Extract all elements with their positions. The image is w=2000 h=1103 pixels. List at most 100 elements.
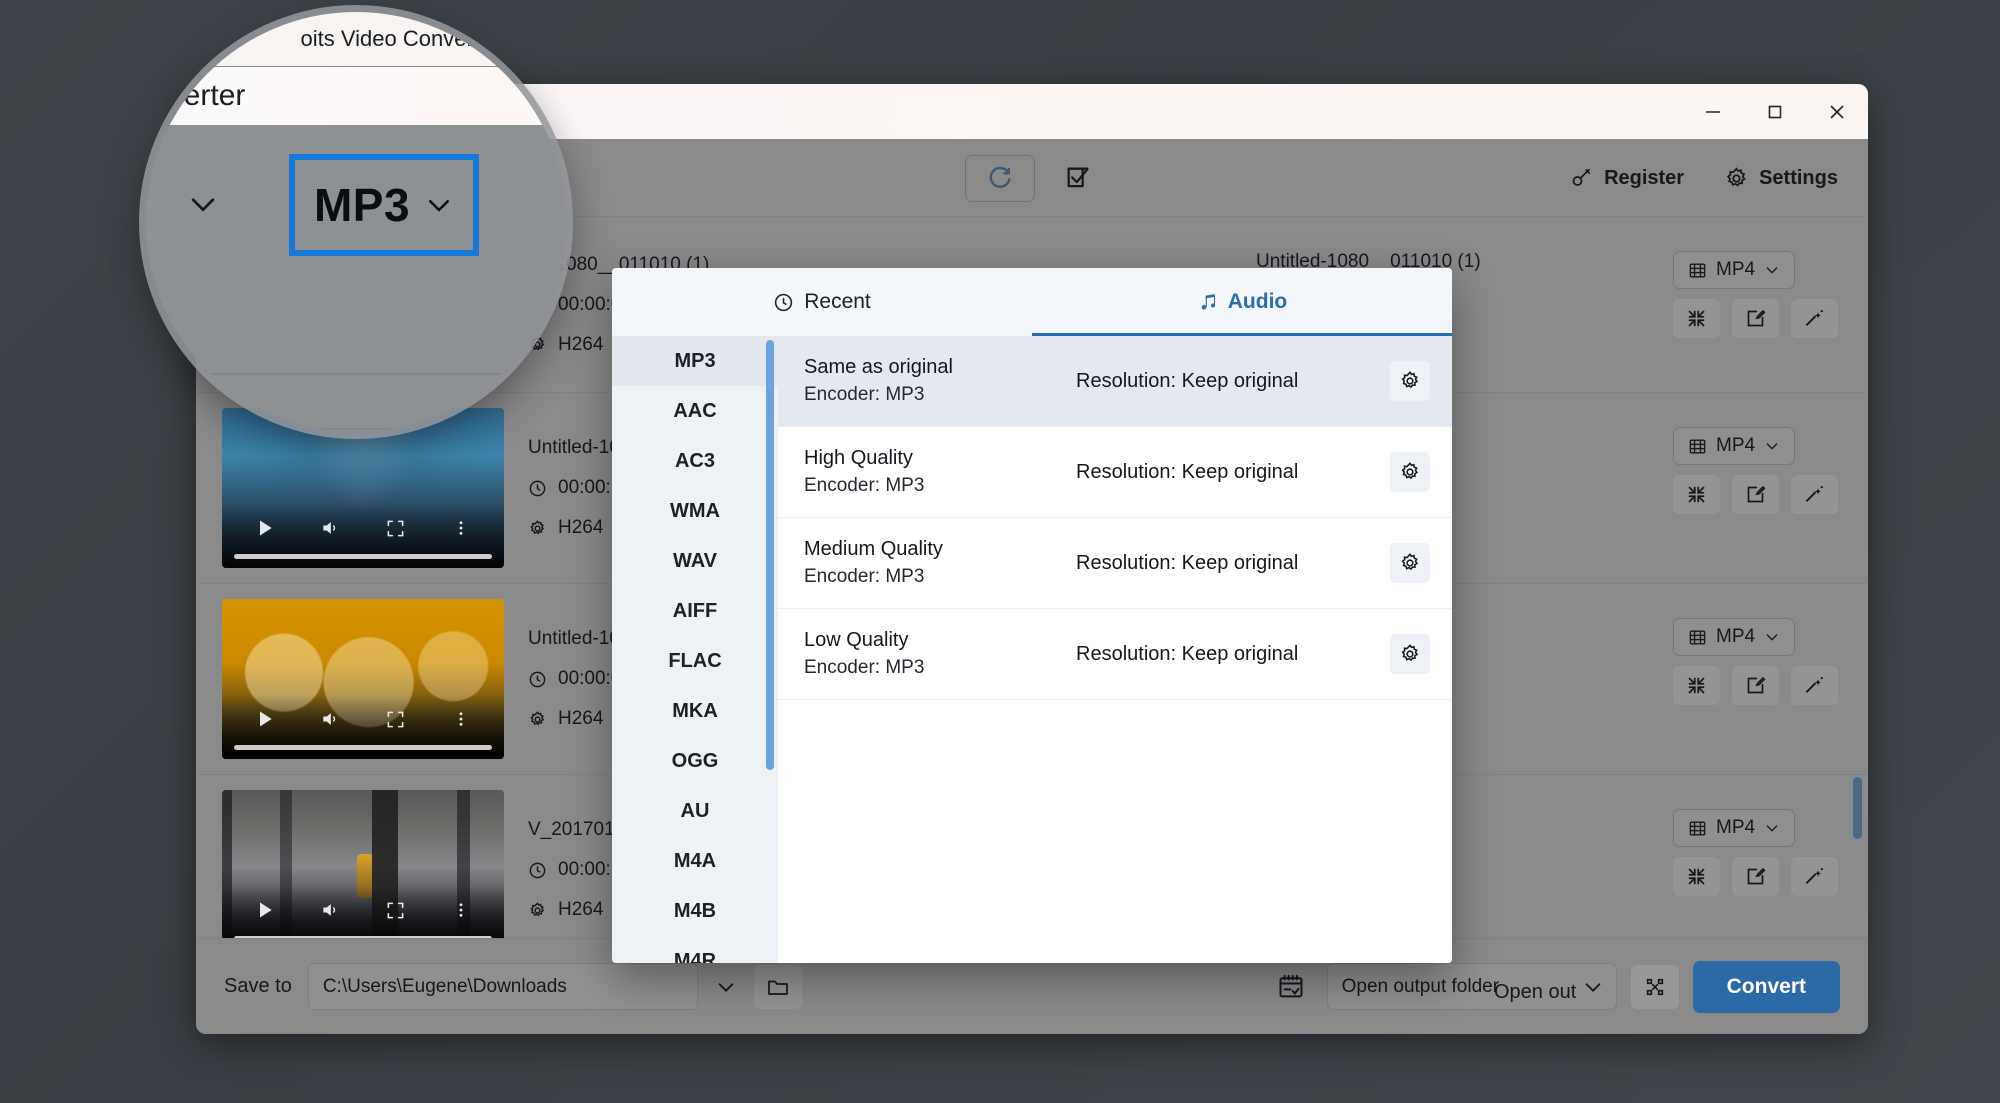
- settings-button[interactable]: Settings: [1724, 166, 1838, 191]
- format-item-ac3[interactable]: AC3: [612, 436, 778, 486]
- quality-list[interactable]: Same as original Encoder: MP3 Resolution…: [778, 336, 1452, 963]
- tab-audio[interactable]: Audio: [1032, 268, 1452, 336]
- seek-bar[interactable]: [234, 554, 492, 559]
- screenshot-stage: Register Settings ed-1080__011010 (1) 00…: [0, 0, 2000, 1103]
- merge-icon[interactable]: [1630, 964, 1679, 1009]
- save-path-input[interactable]: C:\Users\Eugene\Downloads: [307, 963, 698, 1010]
- minimize-button[interactable]: [1682, 84, 1744, 139]
- magnified-file-name: ed-: [516, 347, 548, 372]
- open-out-ghost-label: Open out: [1494, 981, 1577, 1003]
- maximize-button[interactable]: [1744, 84, 1806, 139]
- format-item-ogg[interactable]: OGG: [612, 736, 778, 786]
- magnified-format-dropdown[interactable]: MP3: [289, 154, 479, 256]
- browse-folder-button[interactable]: [753, 964, 802, 1009]
- player-controls: [222, 886, 504, 938]
- format-item-wav[interactable]: WAV: [612, 536, 778, 586]
- quality-row[interactable]: High Quality Encoder: MP3 Resolution: Ke…: [778, 427, 1452, 518]
- format-item-m4b[interactable]: M4B: [612, 886, 778, 936]
- magic-wand-icon[interactable]: [1791, 475, 1838, 514]
- output-format-dropdown[interactable]: MP4: [1673, 427, 1796, 465]
- format-label: MP3: [674, 349, 716, 372]
- magnified-row-divider: [146, 373, 566, 375]
- fullscreen-icon[interactable]: [363, 710, 429, 729]
- play-icon[interactable]: [232, 900, 298, 920]
- quality-settings-button[interactable]: [1390, 543, 1430, 583]
- folder-icon: [766, 975, 790, 999]
- volume-icon[interactable]: [298, 900, 364, 920]
- more-options-icon[interactable]: [429, 710, 495, 728]
- save-path-value: C:\Users\Eugene\Downloads: [322, 975, 567, 997]
- more-options-icon[interactable]: [429, 519, 495, 537]
- format-label: M4R: [673, 949, 717, 964]
- close-button[interactable]: [1806, 84, 1868, 139]
- quality-encoder: Encoder: MP3: [804, 566, 925, 587]
- chevron-down-icon: [1764, 438, 1780, 454]
- compress-icon[interactable]: [1673, 666, 1720, 705]
- format-item-aac[interactable]: AAC: [612, 386, 778, 436]
- volume-icon[interactable]: [298, 518, 364, 538]
- codec-value: H264: [558, 899, 604, 920]
- magic-wand-icon[interactable]: [1791, 666, 1838, 705]
- format-item-wma[interactable]: WMA: [612, 486, 778, 536]
- volume-icon[interactable]: [298, 709, 364, 729]
- quality-title: Low Quality Encoder: MP3: [804, 629, 1072, 679]
- edit-icon[interactable]: [1732, 299, 1779, 338]
- more-options-icon[interactable]: [429, 901, 495, 919]
- register-button[interactable]: Register: [1570, 166, 1684, 190]
- fullscreen-icon[interactable]: [363, 519, 429, 538]
- file-list-scrollbar[interactable]: [1853, 777, 1862, 839]
- music-note-icon: [1197, 292, 1218, 313]
- format-item-mp3[interactable]: MP3: [612, 336, 778, 386]
- magnified-window-titlebar: nverter: [146, 67, 566, 125]
- convert-button[interactable]: Convert: [1692, 960, 1840, 1013]
- clock-icon: [528, 670, 547, 689]
- quality-settings-button[interactable]: [1390, 361, 1430, 401]
- magnified-app-title-text: oits Video Converter: [300, 26, 500, 51]
- quality-settings-button[interactable]: [1390, 634, 1430, 674]
- compress-icon[interactable]: [1673, 475, 1720, 514]
- format-item-m4r[interactable]: M4R: [612, 936, 778, 964]
- checkbox-checked-icon[interactable]: [1057, 157, 1099, 199]
- video-thumbnail[interactable]: [222, 599, 504, 759]
- gear-icon: [528, 710, 547, 729]
- compress-icon[interactable]: [1673, 857, 1720, 896]
- play-icon[interactable]: [232, 709, 298, 729]
- edit-icon[interactable]: [1732, 666, 1779, 705]
- row-actions: MP4: [1673, 427, 1838, 514]
- row-actions: MP4: [1673, 251, 1838, 338]
- output-format-dropdown[interactable]: MP4: [1673, 618, 1796, 656]
- quality-row[interactable]: Medium Quality Encoder: MP3 Resolution: …: [778, 518, 1452, 609]
- quality-row[interactable]: Low Quality Encoder: MP3 Resolution: Kee…: [778, 609, 1452, 700]
- edit-icon[interactable]: [1732, 475, 1779, 514]
- output-format-value: MP4: [1716, 626, 1756, 647]
- magic-wand-icon[interactable]: [1791, 857, 1838, 896]
- format-item-m4a[interactable]: M4A: [612, 836, 778, 886]
- format-item-flac[interactable]: FLAC: [612, 636, 778, 686]
- output-format-dropdown[interactable]: MP4: [1673, 809, 1796, 847]
- video-thumbnail[interactable]: [222, 408, 504, 568]
- format-label: M4A: [673, 849, 717, 872]
- magnified-window-title-text: nverter: [152, 79, 246, 112]
- seek-bar[interactable]: [234, 745, 492, 750]
- output-format-dropdown[interactable]: MP4: [1673, 251, 1796, 289]
- format-list-scrollbar[interactable]: [766, 340, 774, 770]
- quality-settings-button[interactable]: [1390, 452, 1430, 492]
- quality-row[interactable]: Same as original Encoder: MP3 Resolution…: [778, 336, 1452, 427]
- task-list-icon[interactable]: [1269, 965, 1313, 1009]
- edit-icon[interactable]: [1732, 857, 1779, 896]
- fullscreen-icon[interactable]: [363, 901, 429, 920]
- compress-icon[interactable]: [1673, 299, 1720, 338]
- chevron-down-icon: [715, 976, 737, 998]
- save-path-dropdown[interactable]: [698, 976, 754, 998]
- refresh-convert-icon[interactable]: [965, 154, 1035, 202]
- format-item-mka[interactable]: MKA: [612, 686, 778, 736]
- quality-resolution: Resolution: Keep original: [1076, 551, 1299, 574]
- video-thumbnail[interactable]: [222, 790, 504, 938]
- magic-wand-icon[interactable]: [1791, 299, 1838, 338]
- format-list[interactable]: MP3 AAC AC3 WMA WAV AIFF FLAC MKA OGG AU…: [612, 336, 778, 963]
- tab-recent[interactable]: Recent: [612, 268, 1032, 336]
- format-item-au[interactable]: AU: [612, 786, 778, 836]
- format-item-aiff[interactable]: AIFF: [612, 586, 778, 636]
- chevron-down-icon: [1764, 262, 1780, 278]
- play-icon[interactable]: [232, 518, 298, 538]
